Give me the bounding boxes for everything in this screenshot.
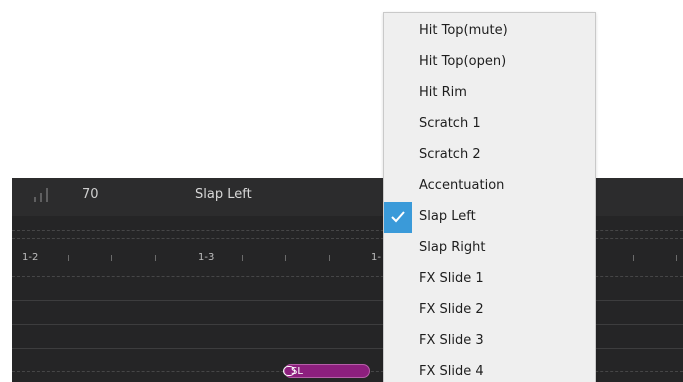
menu-item-scratch-2[interactable]: Scratch 2 bbox=[384, 140, 595, 171]
menu-item-label: Hit Rim bbox=[419, 85, 467, 100]
ruler-tick bbox=[242, 255, 243, 261]
articulation-dropdown-menu: Hit Top(mute) Hit Top(open) Hit Rim Scratch… bbox=[383, 12, 596, 382]
menu-item-scratch-1[interactable]: Scratch 1 bbox=[384, 109, 595, 140]
menu-item-label: Slap Left bbox=[419, 209, 476, 224]
ruler-label: 1- bbox=[371, 252, 381, 263]
menu-item-label: Slap Right bbox=[419, 240, 486, 255]
menu-item-label: Hit Top(open) bbox=[419, 54, 507, 69]
ruler-tick bbox=[111, 255, 112, 261]
menu-item-fx-slide-2[interactable]: FX Slide 2 bbox=[384, 295, 595, 326]
ruler-label: 1-3 bbox=[198, 252, 215, 263]
menu-item-label: FX Slide 3 bbox=[419, 333, 484, 348]
menu-item-hit-top-open[interactable]: Hit Top(open) bbox=[384, 47, 595, 78]
menu-item-label: Hit Top(mute) bbox=[419, 23, 508, 38]
ruler-tick bbox=[68, 255, 69, 261]
app-window: 70 Slap Left 1-2 1-3 1- SL Hit Top(mute)… bbox=[0, 0, 683, 382]
menu-item-accentuation[interactable]: Accentuation bbox=[384, 171, 595, 202]
ruler-tick bbox=[633, 255, 634, 261]
menu-item-label: Accentuation bbox=[419, 178, 505, 193]
checkmark-icon bbox=[384, 202, 412, 233]
menu-item-label: FX Slide 4 bbox=[419, 364, 484, 379]
menu-item-slap-right[interactable]: Slap Right bbox=[384, 233, 595, 264]
note-label: SL bbox=[291, 366, 303, 377]
menu-item-label: FX Slide 1 bbox=[419, 271, 484, 286]
articulation-note-block[interactable]: SL bbox=[283, 364, 370, 378]
menu-item-fx-slide-1[interactable]: FX Slide 1 bbox=[384, 264, 595, 295]
menu-item-hit-top-mute[interactable]: Hit Top(mute) bbox=[384, 16, 595, 47]
menu-item-label: Scratch 1 bbox=[419, 116, 481, 131]
menu-item-hit-rim[interactable]: Hit Rim bbox=[384, 78, 595, 109]
ruler-label: 1-2 bbox=[22, 252, 39, 263]
ruler-tick bbox=[285, 255, 286, 261]
velocity-value[interactable]: 70 bbox=[82, 187, 99, 202]
menu-item-label: Scratch 2 bbox=[419, 147, 481, 162]
menu-item-slap-left[interactable]: Slap Left bbox=[384, 202, 595, 233]
menu-item-fx-slide-4[interactable]: FX Slide 4 bbox=[384, 357, 595, 382]
ruler-tick bbox=[329, 255, 330, 261]
menu-item-fx-slide-3[interactable]: FX Slide 3 bbox=[384, 326, 595, 357]
ruler-tick bbox=[676, 255, 677, 261]
ruler-tick bbox=[155, 255, 156, 261]
menu-item-label: FX Slide 2 bbox=[419, 302, 484, 317]
articulation-selector[interactable]: Slap Left bbox=[195, 187, 252, 202]
velocity-bars-icon[interactable] bbox=[34, 188, 54, 202]
